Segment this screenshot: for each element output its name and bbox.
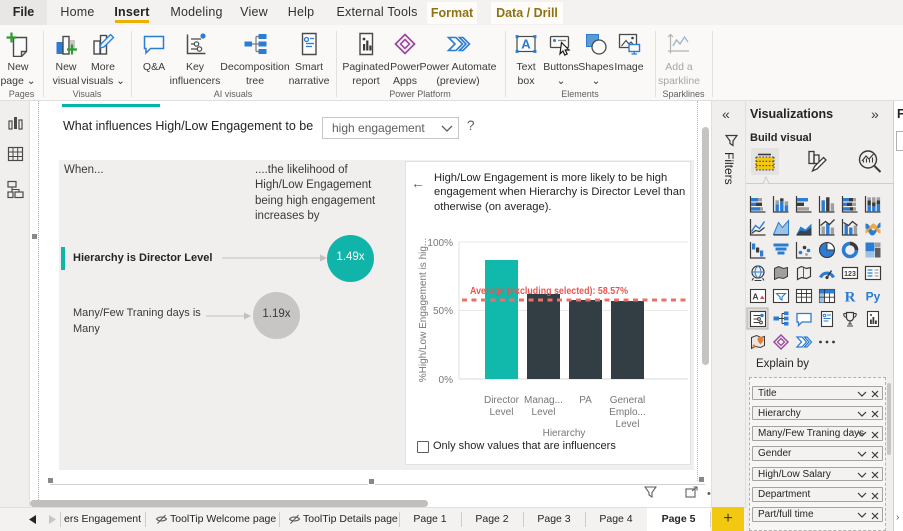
svg-text:General: General <box>610 395 646 406</box>
svg-text:Level: Level <box>490 407 514 418</box>
svg-text:PA: PA <box>579 395 592 406</box>
svg-text:0%: 0% <box>439 375 454 386</box>
svg-text:123: 123 <box>844 271 856 278</box>
svg-text:A: A <box>521 37 531 52</box>
svg-text:Hierarchy: Hierarchy <box>543 428 586 439</box>
svg-text:Average (excluding selected):: Average (excluding selected): 58.57% <box>470 285 629 297</box>
svg-text:100%: 100% <box>427 238 453 249</box>
svg-text:Manag...: Manag... <box>524 395 563 406</box>
svg-text:50%: 50% <box>433 306 453 317</box>
svg-text:Director: Director <box>484 395 520 406</box>
svg-text:R: R <box>845 290 856 306</box>
svg-text:Level: Level <box>616 419 640 430</box>
svg-text:A: A <box>752 292 758 302</box>
svg-text:%High/Low Engagement is hig...: %High/Low Engagement is hig... <box>418 238 429 383</box>
svg-text:Py: Py <box>866 290 881 304</box>
svg-text:Emplo...: Emplo... <box>609 407 646 418</box>
svg-text:Level: Level <box>532 407 556 418</box>
